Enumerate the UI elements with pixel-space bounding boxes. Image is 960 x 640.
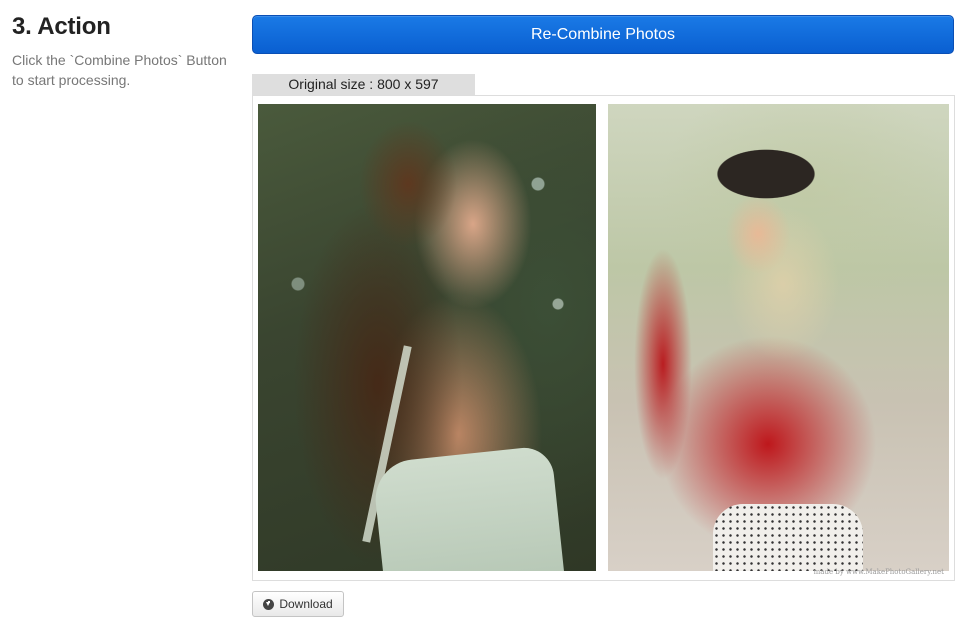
photo-detail	[713, 504, 863, 571]
download-button-label: Download	[279, 597, 333, 611]
original-size-tab: Original size : 800 x 597	[252, 74, 475, 95]
photo-detail	[371, 444, 565, 571]
step-description: Click the `Combine Photos` Button to sta…	[12, 52, 227, 88]
step-title: 3. Action	[12, 13, 111, 40]
recombine-photos-button[interactable]: Re-Combine Photos	[252, 15, 954, 54]
woman-with-flowers-photo	[258, 104, 596, 571]
watermark-text: made by www.MakePhotoGallery.net	[813, 568, 944, 576]
download-circle-icon	[263, 598, 275, 610]
page: 3. Action Click the `Combine Photos` But…	[0, 0, 960, 640]
woman-red-sweater-photo	[608, 104, 949, 571]
step-panel: 3. Action Click the `Combine Photos` But…	[12, 12, 237, 90]
combined-preview: made by www.MakePhotoGallery.net	[252, 95, 955, 581]
download-button[interactable]: Download	[252, 591, 344, 617]
